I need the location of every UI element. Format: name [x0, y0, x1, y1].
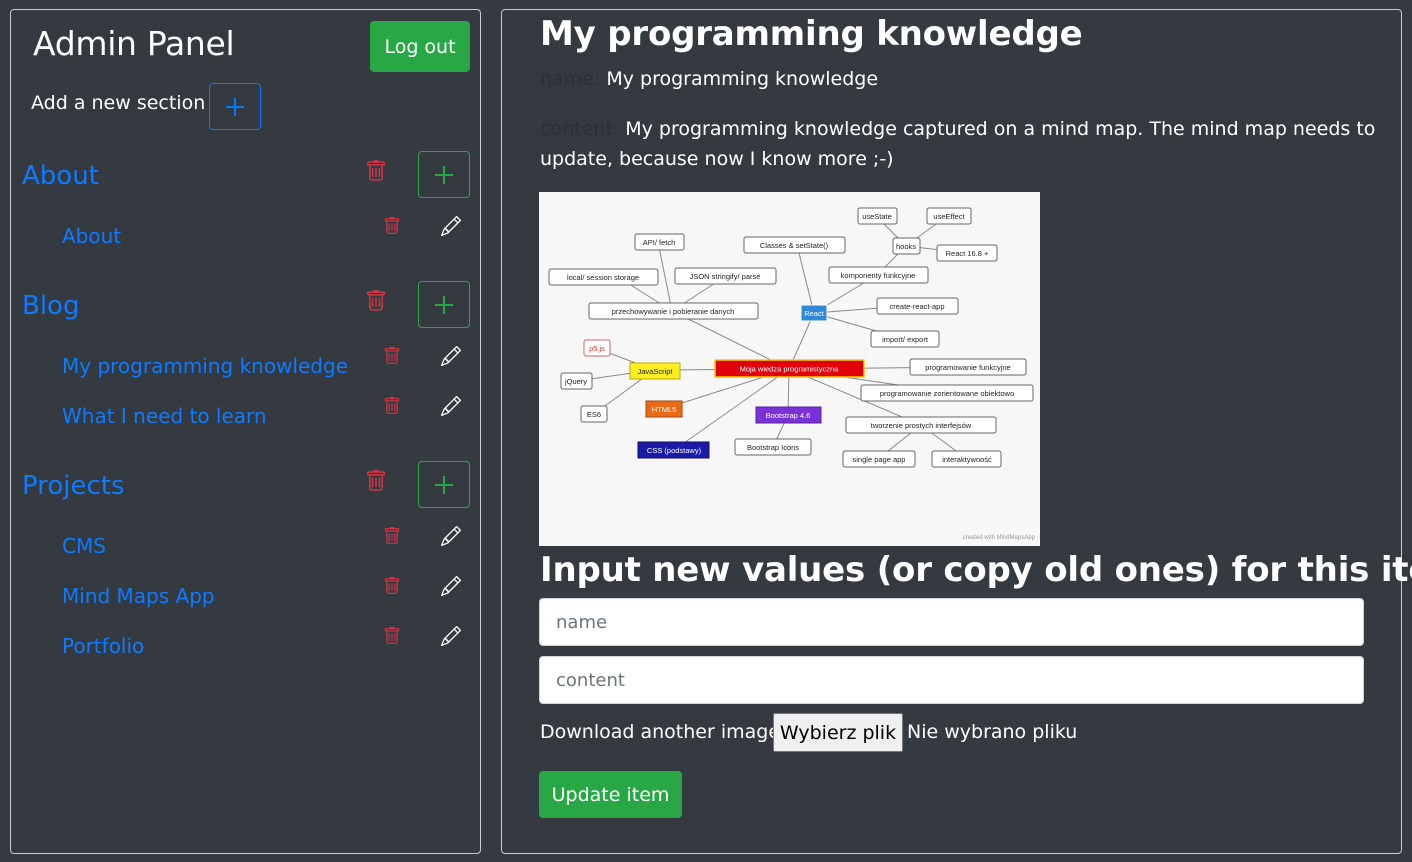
pencil-icon — [441, 576, 461, 596]
name-value: My programming knowledge — [606, 68, 879, 90]
trash-icon — [367, 470, 385, 491]
item-link-portfolio[interactable]: Portfolio — [62, 634, 144, 658]
pencil-icon — [441, 396, 461, 416]
mindmap-node-bootstrapicons: Bootstrap Icons — [747, 443, 799, 452]
item-link-about[interactable]: About — [62, 224, 121, 248]
mindmap-node-importexport: import/ export — [882, 335, 929, 344]
trash-icon — [384, 627, 400, 644]
delete-item-button[interactable] — [380, 573, 404, 599]
plus-icon — [435, 295, 453, 314]
content-input[interactable] — [539, 656, 1364, 704]
delete-item-button[interactable] — [380, 393, 404, 419]
download-image-label: Download another image: — [540, 721, 787, 743]
delete-section-projects-button[interactable] — [364, 468, 388, 494]
mindmap-node-localstorage: local/ session storage — [567, 273, 639, 282]
mindmap-node-interaktywnosc: interaktywność — [942, 455, 992, 464]
trash-icon — [384, 217, 400, 234]
mindmap-node-css: CSS (podstawy) — [647, 446, 702, 455]
item-link-my-programming-knowledge[interactable]: My programming knowledge — [62, 354, 348, 378]
section-title-projects[interactable]: Projects — [22, 471, 125, 501]
mindmap-node-p5: p5.js — [589, 344, 605, 353]
update-item-button[interactable]: Update item — [539, 771, 682, 818]
item-link-what-i-need-to-learn[interactable]: What I need to learn — [62, 404, 267, 428]
pencil-icon — [441, 526, 461, 546]
mindmap-node-komponenty: komponenty funkcyjne — [841, 271, 916, 280]
admin-panel-title: Admin Panel — [33, 24, 235, 63]
mindmap-node-es6: ES6 — [587, 410, 601, 419]
add-section-label: Add a new section — [31, 92, 206, 114]
edit-item-button[interactable] — [439, 343, 463, 369]
item-title: My programming knowledge — [540, 14, 1083, 54]
name-input[interactable] — [539, 598, 1364, 646]
pencil-icon — [441, 216, 461, 236]
content-field-display: content: My programming knowledge captur… — [540, 114, 1380, 174]
pencil-icon — [441, 626, 461, 646]
mindmap-node-przechowywanie: przechowywanie i pobieranie danych — [612, 307, 735, 316]
delete-item-button[interactable] — [380, 623, 404, 649]
delete-item-button[interactable] — [380, 213, 404, 239]
mindmap-node-jquery: jQuery — [564, 377, 587, 386]
mindmap-node-obiektowe: programowanie zorientowane obiektowo — [880, 389, 1014, 398]
mindmap-node-jsonstr: JSON stringify/ parse — [690, 272, 761, 281]
trash-icon — [367, 160, 385, 181]
mindmap-node-cra: create-react-app — [889, 302, 944, 311]
mindmap-node-javascript: JavaScript — [637, 367, 673, 376]
trash-icon — [384, 347, 400, 364]
name-key-label: name: — [540, 68, 601, 90]
edit-item-button[interactable] — [439, 213, 463, 239]
file-status-text: Nie wybrano pliku — [907, 721, 1078, 743]
plus-icon — [435, 475, 453, 494]
item-editor-panel: My programming knowledge name: My progra… — [501, 9, 1412, 854]
item-link-mind-maps-app[interactable]: Mind Maps App — [62, 584, 215, 608]
trash-icon — [384, 397, 400, 414]
item-link-cms[interactable]: CMS — [62, 534, 106, 558]
plus-icon — [435, 165, 453, 184]
mindmap-node-funkcyjne: programowanie funkcyjne — [925, 363, 1010, 372]
content-value: My programming knowledge captured on a m… — [540, 118, 1376, 170]
delete-item-button[interactable] — [380, 523, 404, 549]
mindmap-node-spa: single page app — [853, 455, 906, 464]
edit-item-button[interactable] — [439, 523, 463, 549]
mindmap-node-useeffect: useEffect — [933, 212, 965, 221]
edit-item-button[interactable] — [439, 573, 463, 599]
name-field-display: name: My programming knowledge — [540, 64, 1380, 94]
choose-file-button[interactable]: Wybierz plik — [773, 713, 903, 752]
add-section-button[interactable] — [209, 83, 261, 130]
mindmap-node-classes: Classes & setState() — [760, 241, 829, 250]
plus-icon — [226, 97, 244, 116]
pencil-icon — [441, 346, 461, 366]
mind-map-image: Moja wiedza programistyczna React useSta… — [539, 192, 1040, 546]
mindmap-node-center: Moja wiedza programistyczna — [740, 365, 840, 374]
mindmap-credit: created with MindMapsApp — [963, 535, 1036, 541]
mindmap-node-apifetch: API/ fetch — [643, 238, 676, 247]
mindmap-node-interfejsy: tworzenie prostych interfejsów — [871, 421, 972, 430]
mindmap-node-html5: HTML5 — [652, 405, 677, 414]
add-item-blog-button[interactable] — [418, 281, 470, 328]
edit-item-button[interactable] — [439, 393, 463, 419]
trash-icon — [367, 290, 385, 311]
delete-item-button[interactable] — [380, 343, 404, 369]
mindmap-node-react: React — [804, 309, 825, 318]
delete-section-about-button[interactable] — [364, 158, 388, 184]
edit-item-button[interactable] — [439, 623, 463, 649]
trash-icon — [384, 527, 400, 544]
admin-sidebar: Admin Panel Log out Add a new section Ab… — [10, 9, 481, 854]
section-title-about[interactable]: About — [22, 161, 99, 191]
logout-button[interactable]: Log out — [370, 21, 470, 72]
mindmap-node-bootstrap: Bootstrap 4.6 — [766, 411, 811, 420]
section-title-blog[interactable]: Blog — [22, 291, 79, 321]
trash-icon — [384, 577, 400, 594]
form-title: Input new values (or copy old ones) for … — [540, 550, 1412, 590]
mindmap-node-react168: React 16.8 + — [946, 249, 989, 258]
mindmap-node-hooks: hooks — [896, 242, 916, 251]
content-key-label: content: — [540, 118, 620, 140]
mindmap-node-usestate: useState — [862, 212, 892, 221]
add-item-about-button[interactable] — [418, 151, 470, 198]
delete-section-blog-button[interactable] — [364, 288, 388, 314]
add-item-projects-button[interactable] — [418, 461, 470, 508]
